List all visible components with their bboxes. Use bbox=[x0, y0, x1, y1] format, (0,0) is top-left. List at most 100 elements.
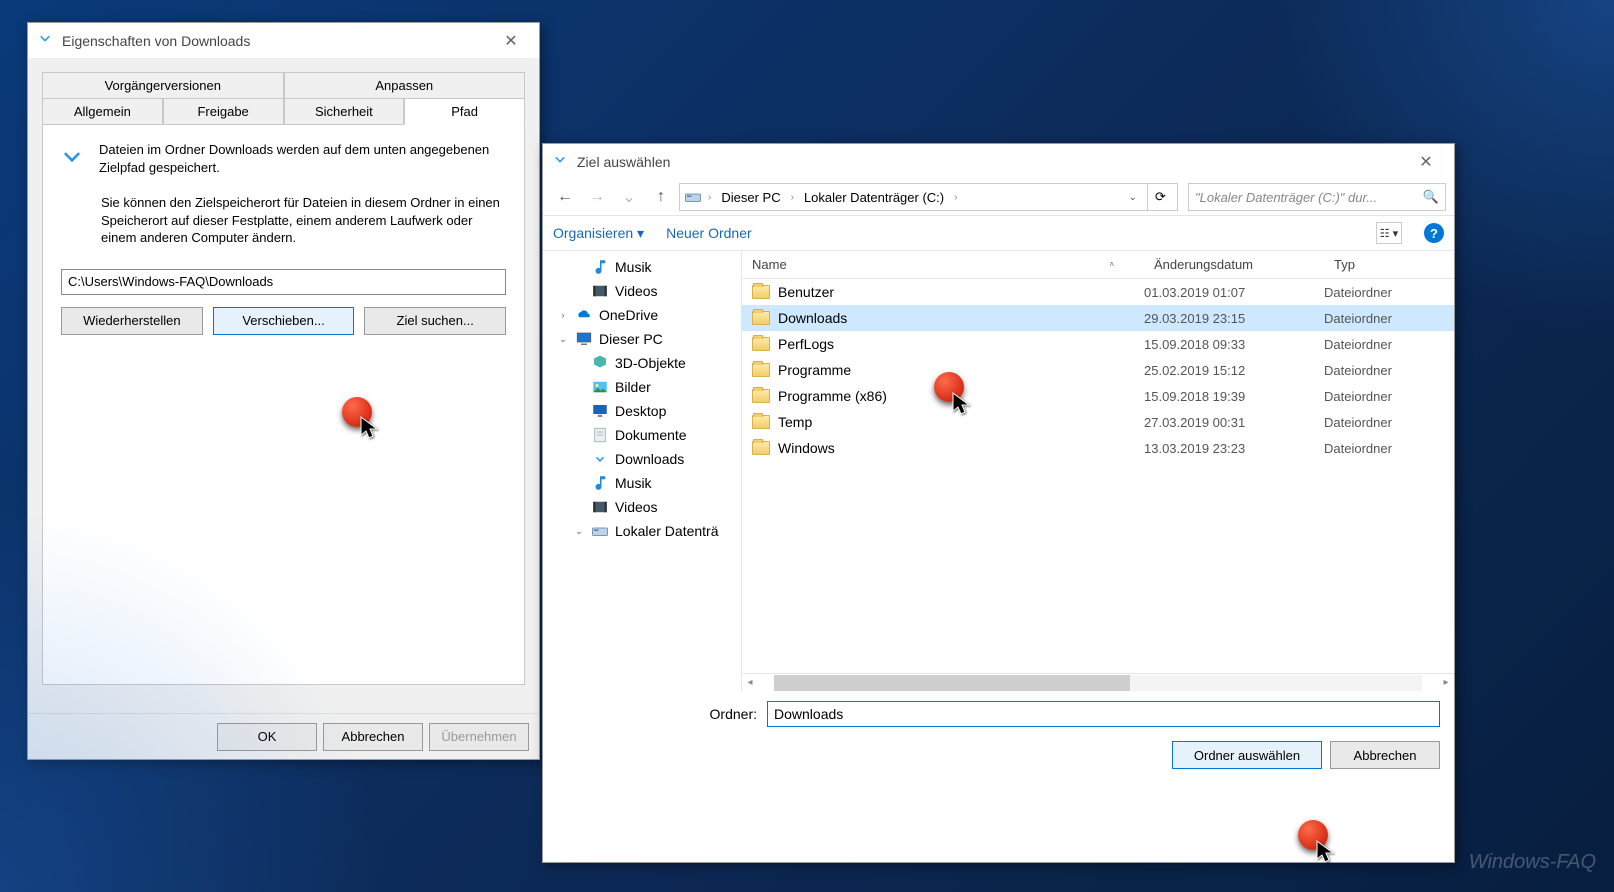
tree-item[interactable]: Dokumente bbox=[543, 423, 741, 447]
expand-icon[interactable]: › bbox=[557, 310, 569, 320]
expand-icon[interactable]: ⌄ bbox=[557, 334, 569, 345]
organize-menu[interactable]: Organisieren ▾ bbox=[553, 225, 644, 242]
help-icon[interactable]: ? bbox=[1424, 223, 1444, 243]
expand-icon[interactable]: ⌄ bbox=[573, 526, 585, 537]
path-input[interactable] bbox=[61, 269, 506, 295]
column-date[interactable]: Änderungsdatum bbox=[1144, 251, 1324, 278]
tree-label: Musik bbox=[615, 475, 652, 491]
tab-general[interactable]: Allgemein bbox=[42, 98, 163, 125]
list-item[interactable]: Benutzer01.03.2019 01:07Dateiordner bbox=[742, 279, 1454, 305]
sort-caret-icon: ˄ bbox=[1109, 260, 1114, 269]
cursor-icon bbox=[360, 416, 380, 442]
tree-label: Lokaler Datenträ bbox=[615, 523, 719, 539]
chevron-right-icon[interactable]: › bbox=[789, 192, 796, 203]
apply-button[interactable]: Übernehmen bbox=[429, 723, 529, 751]
item-date: 29.03.2019 23:15 bbox=[1144, 311, 1324, 326]
video-icon bbox=[591, 282, 609, 300]
tree-item[interactable]: ⌄ Lokaler Datenträ bbox=[543, 519, 741, 543]
close-icon[interactable]: ✕ bbox=[491, 31, 531, 51]
nav-recent-icon[interactable]: ⌄ bbox=[615, 183, 643, 211]
download-arrow-icon bbox=[57, 141, 87, 176]
ok-button[interactable]: OK bbox=[217, 723, 317, 751]
dialog-buttons: OK Abbrechen Übernehmen bbox=[28, 713, 539, 759]
download-arrow-icon bbox=[551, 150, 569, 173]
breadcrumb[interactable]: › Dieser PC › Lokaler Datenträger (C:) ›… bbox=[679, 183, 1178, 211]
tree-item[interactable]: Desktop bbox=[543, 399, 741, 423]
restore-button[interactable]: Wiederherstellen bbox=[61, 307, 203, 335]
3d-icon bbox=[591, 354, 609, 372]
cancel-button[interactable]: Abbrechen bbox=[323, 723, 423, 751]
item-name: Windows bbox=[778, 440, 835, 456]
item-name: Downloads bbox=[778, 310, 847, 326]
list-item[interactable]: Windows13.03.2019 23:23Dateiordner bbox=[742, 435, 1454, 461]
column-type[interactable]: Typ bbox=[1324, 251, 1454, 278]
tree-item[interactable]: Musik bbox=[543, 471, 741, 495]
find-target-button[interactable]: Ziel suchen... bbox=[364, 307, 506, 335]
item-name: Programme bbox=[778, 362, 851, 378]
chevron-right-icon[interactable]: › bbox=[952, 192, 959, 203]
tree-item[interactable]: ›OneDrive bbox=[543, 303, 741, 327]
list-item[interactable]: PerfLogs15.09.2018 09:33Dateiordner bbox=[742, 331, 1454, 357]
onedrive-icon bbox=[575, 306, 593, 324]
tree-label: Videos bbox=[615, 283, 658, 299]
tab-path[interactable]: Pfad bbox=[404, 98, 525, 125]
item-type: Dateiordner bbox=[1324, 285, 1454, 300]
tree-label: Dieser PC bbox=[599, 331, 663, 347]
item-date: 15.09.2018 19:39 bbox=[1144, 389, 1324, 404]
nav-back-icon[interactable]: ← bbox=[551, 183, 579, 211]
item-type: Dateiordner bbox=[1324, 389, 1454, 404]
nav-up-icon[interactable]: ↑ bbox=[647, 183, 675, 211]
tree-item[interactable]: 3D-Objekte bbox=[543, 351, 741, 375]
scroll-thumb[interactable] bbox=[774, 675, 1130, 691]
scroll-right-icon[interactable]: ▸ bbox=[1438, 677, 1454, 688]
command-bar: Organisieren ▾ Neuer Ordner ☷ ▾ ? bbox=[543, 216, 1454, 251]
folder-icon bbox=[752, 415, 770, 429]
item-type: Dateiordner bbox=[1324, 415, 1454, 430]
nav-forward-icon[interactable]: → bbox=[583, 183, 611, 211]
tab-previous-versions[interactable]: Vorgängerversionen bbox=[42, 72, 284, 98]
tab-panel-path: Dateien im Ordner Downloads werden auf d… bbox=[42, 125, 525, 685]
breadcrumb-item[interactable]: Dieser PC bbox=[717, 188, 784, 207]
picker-titlebar[interactable]: Ziel auswählen ✕ bbox=[543, 144, 1454, 179]
chevron-right-icon[interactable]: › bbox=[706, 192, 713, 203]
search-input[interactable]: "Lokaler Datenträger (C:)" dur... 🔍 bbox=[1188, 183, 1446, 211]
tree-item[interactable]: ⌄ Dieser PC bbox=[543, 327, 741, 351]
props-titlebar[interactable]: Eigenschaften von Downloads ✕ bbox=[28, 23, 539, 58]
scroll-left-icon[interactable]: ◂ bbox=[742, 677, 758, 688]
refresh-icon[interactable]: ⟳ bbox=[1147, 184, 1173, 210]
tree-item[interactable]: Bilder bbox=[543, 375, 741, 399]
chevron-down-icon[interactable]: ⌄ bbox=[1127, 192, 1139, 203]
list-item[interactable]: Programme (x86)15.09.2018 19:39Dateiordn… bbox=[742, 383, 1454, 409]
folder-name-input[interactable] bbox=[767, 701, 1440, 727]
tab-security[interactable]: Sicherheit bbox=[284, 98, 405, 125]
tab-strip: Vorgängerversionen Anpassen Allgemein Fr… bbox=[42, 72, 525, 125]
list-item[interactable]: Programme25.02.2019 15:12Dateiordner bbox=[742, 357, 1454, 383]
tree-label: Desktop bbox=[615, 403, 666, 419]
nav-tree[interactable]: Musik Videos ›OneDrive ⌄ Dieser PC 3D-Objekte… bbox=[543, 251, 741, 691]
new-folder-button[interactable]: Neuer Ordner bbox=[666, 225, 752, 241]
tab-sharing[interactable]: Freigabe bbox=[163, 98, 284, 125]
tree-item[interactable]: Musik bbox=[543, 255, 741, 279]
properties-dialog: Eigenschaften von Downloads ✕ Vorgängerv… bbox=[27, 22, 540, 760]
select-folder-button[interactable]: Ordner auswählen bbox=[1172, 741, 1322, 769]
cancel-button[interactable]: Abbrechen bbox=[1330, 741, 1440, 769]
watermark: Windows-FAQ bbox=[1469, 851, 1596, 874]
item-date: 27.03.2019 00:31 bbox=[1144, 415, 1324, 430]
tree-item[interactable]: Videos bbox=[543, 279, 741, 303]
tab-customize[interactable]: Anpassen bbox=[284, 72, 526, 98]
file-list: Name ˄ Änderungsdatum Typ Benutzer01.03.… bbox=[741, 251, 1454, 691]
tree-item[interactable]: Downloads bbox=[543, 447, 741, 471]
list-item[interactable]: Temp27.03.2019 00:31Dateiordner bbox=[742, 409, 1454, 435]
move-button[interactable]: Verschieben... bbox=[213, 307, 355, 335]
view-layout-icon[interactable]: ☷ ▾ bbox=[1376, 222, 1402, 244]
folder-icon bbox=[752, 337, 770, 351]
list-header[interactable]: Name ˄ Änderungsdatum Typ bbox=[742, 251, 1454, 279]
downloads-icon bbox=[591, 450, 609, 468]
close-icon[interactable]: ✕ bbox=[1406, 152, 1446, 172]
horizontal-scrollbar[interactable]: ◂ ▸ bbox=[742, 673, 1454, 691]
item-name: Benutzer bbox=[778, 284, 834, 300]
tree-item[interactable]: Videos bbox=[543, 495, 741, 519]
column-name[interactable]: Name ˄ bbox=[742, 251, 1144, 278]
list-item[interactable]: Downloads29.03.2019 23:15Dateiordner bbox=[742, 305, 1454, 331]
breadcrumb-item[interactable]: Lokaler Datenträger (C:) bbox=[800, 188, 948, 207]
